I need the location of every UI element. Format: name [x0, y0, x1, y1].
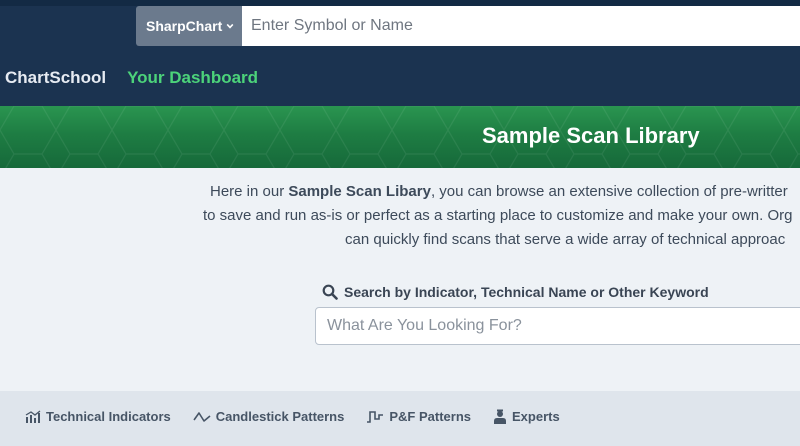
- page-title: Sample Scan Library: [482, 123, 700, 148]
- chart-type-select[interactable]: SharpChart: [136, 6, 242, 46]
- scan-search-label: Search by Indicator, Technical Name or O…: [322, 284, 709, 300]
- tab-experts[interactable]: Experts: [493, 409, 560, 424]
- candlestick-wave-icon: [193, 411, 211, 422]
- scan-search-box: [315, 307, 800, 345]
- category-tabs: Technical Indicators Candlestick Pattern…: [0, 391, 800, 446]
- nav-your-dashboard[interactable]: Your Dashboard: [127, 68, 258, 88]
- expert-person-icon: [494, 409, 506, 424]
- chart-type-label: SharpChart: [146, 18, 223, 34]
- nav-chartschool[interactable]: ChartSchool: [5, 68, 106, 88]
- search-icon: [322, 284, 338, 300]
- bar-chart-icon: [25, 409, 41, 423]
- scan-search-input[interactable]: [316, 308, 800, 344]
- top-header: SharpChart ChartSchool Your Dashboard: [0, 0, 800, 106]
- tab-label: Candlestick Patterns: [215, 409, 345, 424]
- tab-technical-indicators[interactable]: Technical Indicators: [25, 409, 171, 424]
- symbol-search-group: SharpChart: [136, 6, 800, 46]
- tab-label: Technical Indicators: [46, 409, 171, 424]
- page-banner: Sample Scan Library: [0, 106, 800, 168]
- main-nav: ChartSchool Your Dashboard: [5, 68, 258, 88]
- intro-line-3: can quickly find scans that serve a wide…: [345, 231, 786, 248]
- tab-pnf-patterns[interactable]: P&F Patterns: [366, 409, 471, 424]
- intro-paragraph: Here in our Sample Scan Libary, you can …: [0, 183, 800, 263]
- tab-candlestick-patterns[interactable]: Candlestick Patterns: [193, 409, 345, 424]
- intro-line-2: to save and run as-is or perfect as a st…: [203, 207, 793, 224]
- tab-label: Experts: [512, 409, 560, 424]
- pnf-step-icon: [367, 410, 384, 423]
- intro-library-name: Sample Scan Libary: [288, 183, 431, 200]
- intro-line-1: Here in our Sample Scan Libary, you can …: [210, 183, 788, 200]
- scan-search-label-text: Search by Indicator, Technical Name or O…: [344, 284, 709, 300]
- chevron-down-icon: [226, 23, 234, 29]
- tab-label: P&F Patterns: [389, 409, 471, 424]
- symbol-input[interactable]: [242, 6, 800, 46]
